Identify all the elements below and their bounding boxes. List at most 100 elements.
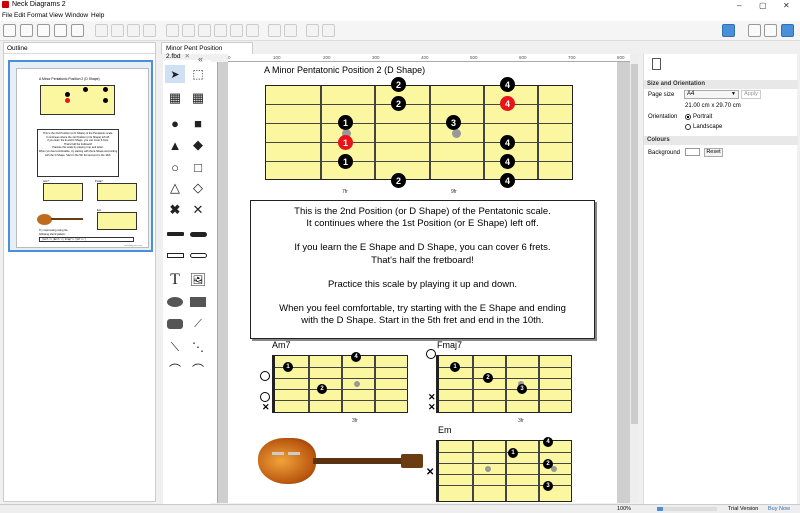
- bring-front-icon[interactable]: [95, 24, 108, 37]
- chord-dot-4[interactable]: 4: [351, 352, 361, 362]
- fretboard-h-icon[interactable]: ▦: [165, 89, 185, 107]
- chord-icon[interactable]: [764, 24, 777, 37]
- note-dot-2[interactable]: 2: [391, 77, 406, 92]
- muted-string-icon[interactable]: ✕: [428, 402, 436, 413]
- square-filled-icon[interactable]: ■: [188, 114, 208, 132]
- note-dot-4[interactable]: 4: [500, 135, 515, 150]
- note-dot-3[interactable]: 3: [446, 115, 461, 130]
- page-thumbnail[interactable]: A Minor Pentatonic Position 2 (D Shape) …: [8, 60, 153, 252]
- align-right-icon[interactable]: [198, 24, 211, 37]
- barre-outline-icon[interactable]: [165, 246, 185, 264]
- triangle-filled-icon[interactable]: ▲: [165, 136, 185, 154]
- chord-dot-1[interactable]: 1: [450, 362, 460, 372]
- polyline-icon[interactable]: ⟋: [188, 315, 208, 333]
- minimize-icon[interactable]: –: [737, 1, 741, 10]
- tab-document[interactable]: Minor Pent Position 2.fbd ✕: [161, 42, 253, 60]
- note-dot-4[interactable]: 4: [500, 173, 515, 188]
- redo-icon[interactable]: [54, 24, 67, 37]
- align-bottom-icon[interactable]: [246, 24, 259, 37]
- distribute-v-icon[interactable]: [284, 24, 297, 37]
- marquee-icon[interactable]: ⬚: [188, 65, 208, 83]
- rounded-rect-icon[interactable]: [165, 315, 185, 333]
- line-tool-icon[interactable]: ⟍: [165, 338, 185, 356]
- new-icon[interactable]: [3, 24, 16, 37]
- apply-button[interactable]: Apply: [741, 90, 761, 99]
- image-tool-icon[interactable]: 🖼: [188, 271, 208, 289]
- print-icon[interactable]: [20, 24, 33, 37]
- open-string-icon[interactable]: [260, 371, 270, 381]
- chord-em[interactable]: [436, 440, 572, 502]
- muted-string-icon[interactable]: ✕: [262, 402, 270, 413]
- root-dot-1[interactable]: 1: [338, 135, 353, 150]
- properties-toggle-icon[interactable]: [722, 24, 735, 37]
- root-dot-4[interactable]: 4: [500, 96, 515, 111]
- barre-filled-icon[interactable]: [165, 225, 185, 243]
- portrait-radio[interactable]: [685, 114, 691, 120]
- ellipse-tool-icon[interactable]: [165, 293, 185, 311]
- collapse-palette-icon[interactable]: «: [198, 54, 203, 64]
- chord-dot-2[interactable]: 2: [317, 384, 327, 394]
- chord-dot-4[interactable]: 4: [543, 437, 553, 447]
- square-outline-icon[interactable]: □: [188, 158, 208, 176]
- main-fretboard[interactable]: [265, 85, 573, 180]
- chord-dot-1[interactable]: 1: [508, 448, 518, 458]
- x-bold-icon[interactable]: ✖: [165, 201, 185, 219]
- diamond-outline-icon[interactable]: ◇: [188, 179, 208, 197]
- send-backward-icon[interactable]: [127, 24, 140, 37]
- dashed-line-icon[interactable]: ⋱: [188, 338, 208, 356]
- align-middle-icon[interactable]: [230, 24, 243, 37]
- diamond-filled-icon[interactable]: ◆: [188, 136, 208, 154]
- tab-close-icon[interactable]: ✕: [184, 53, 189, 60]
- vertical-scrollbar[interactable]: [630, 54, 639, 503]
- chord-dot-1[interactable]: 1: [283, 362, 293, 372]
- open-string-icon[interactable]: [260, 392, 270, 402]
- menu-window[interactable]: Window: [65, 12, 88, 19]
- diagram-title[interactable]: A Minor Pentatonic Position 2 (D Shape): [264, 65, 425, 75]
- ungroup-icon[interactable]: [322, 24, 335, 37]
- barre-round-outline-icon[interactable]: [188, 246, 208, 264]
- menu-format[interactable]: Format: [27, 12, 48, 19]
- note-dot-4[interactable]: 4: [500, 154, 515, 169]
- circle-filled-icon[interactable]: ●: [165, 114, 185, 132]
- fretboard-v-icon[interactable]: ▦: [188, 89, 208, 107]
- align-center-icon[interactable]: [182, 24, 195, 37]
- text-tool-icon[interactable]: T: [165, 271, 185, 289]
- muted-string-icon[interactable]: ✕: [426, 467, 434, 478]
- notes-icon[interactable]: [748, 24, 761, 37]
- bring-forward-icon[interactable]: [111, 24, 124, 37]
- note-dot-2[interactable]: 2: [391, 173, 406, 188]
- menu-edit[interactable]: Edit: [14, 12, 25, 19]
- landscape-radio[interactable]: [685, 124, 691, 130]
- open-string-icon[interactable]: [426, 349, 436, 359]
- menu-view[interactable]: View: [49, 12, 63, 19]
- audio-icon[interactable]: [71, 24, 84, 37]
- edit-pencil-icon[interactable]: [781, 24, 794, 37]
- chord-dot-3[interactable]: 3: [517, 384, 527, 394]
- align-top-icon[interactable]: [214, 24, 227, 37]
- arc-tool-icon[interactable]: ⌒: [188, 360, 208, 378]
- barre-round-icon[interactable]: [188, 225, 208, 243]
- chord-dot-3[interactable]: 3: [543, 481, 553, 491]
- select-arrow-icon[interactable]: ➤: [165, 65, 185, 83]
- distribute-h-icon[interactable]: [268, 24, 281, 37]
- undo-icon[interactable]: [37, 24, 50, 37]
- note-dot-1[interactable]: 1: [338, 115, 353, 130]
- maximize-icon[interactable]: ▢: [759, 1, 767, 10]
- circle-outline-icon[interactable]: ○: [165, 158, 185, 176]
- curve-tool-icon[interactable]: ⌒: [165, 360, 185, 378]
- triangle-outline-icon[interactable]: △: [165, 179, 185, 197]
- send-back-icon[interactable]: [143, 24, 156, 37]
- rect-tool-icon[interactable]: [188, 293, 208, 311]
- note-dot-1[interactable]: 1: [338, 154, 353, 169]
- scroll-thumb[interactable]: [631, 64, 638, 424]
- note-dot-4[interactable]: 4: [500, 77, 515, 92]
- reset-button[interactable]: Reset: [704, 148, 723, 157]
- chord-dot-2[interactable]: 2: [543, 459, 553, 469]
- note-dot-2[interactable]: 2: [391, 96, 406, 111]
- guitar-image[interactable]: [258, 434, 428, 489]
- align-left-icon[interactable]: [166, 24, 179, 37]
- description-textbox[interactable]: This is the 2nd Position (or D Shape) of…: [250, 200, 595, 339]
- chord-dot-2[interactable]: 2: [483, 373, 493, 383]
- menu-help[interactable]: Help: [91, 12, 104, 19]
- background-color-swatch[interactable]: [685, 148, 700, 156]
